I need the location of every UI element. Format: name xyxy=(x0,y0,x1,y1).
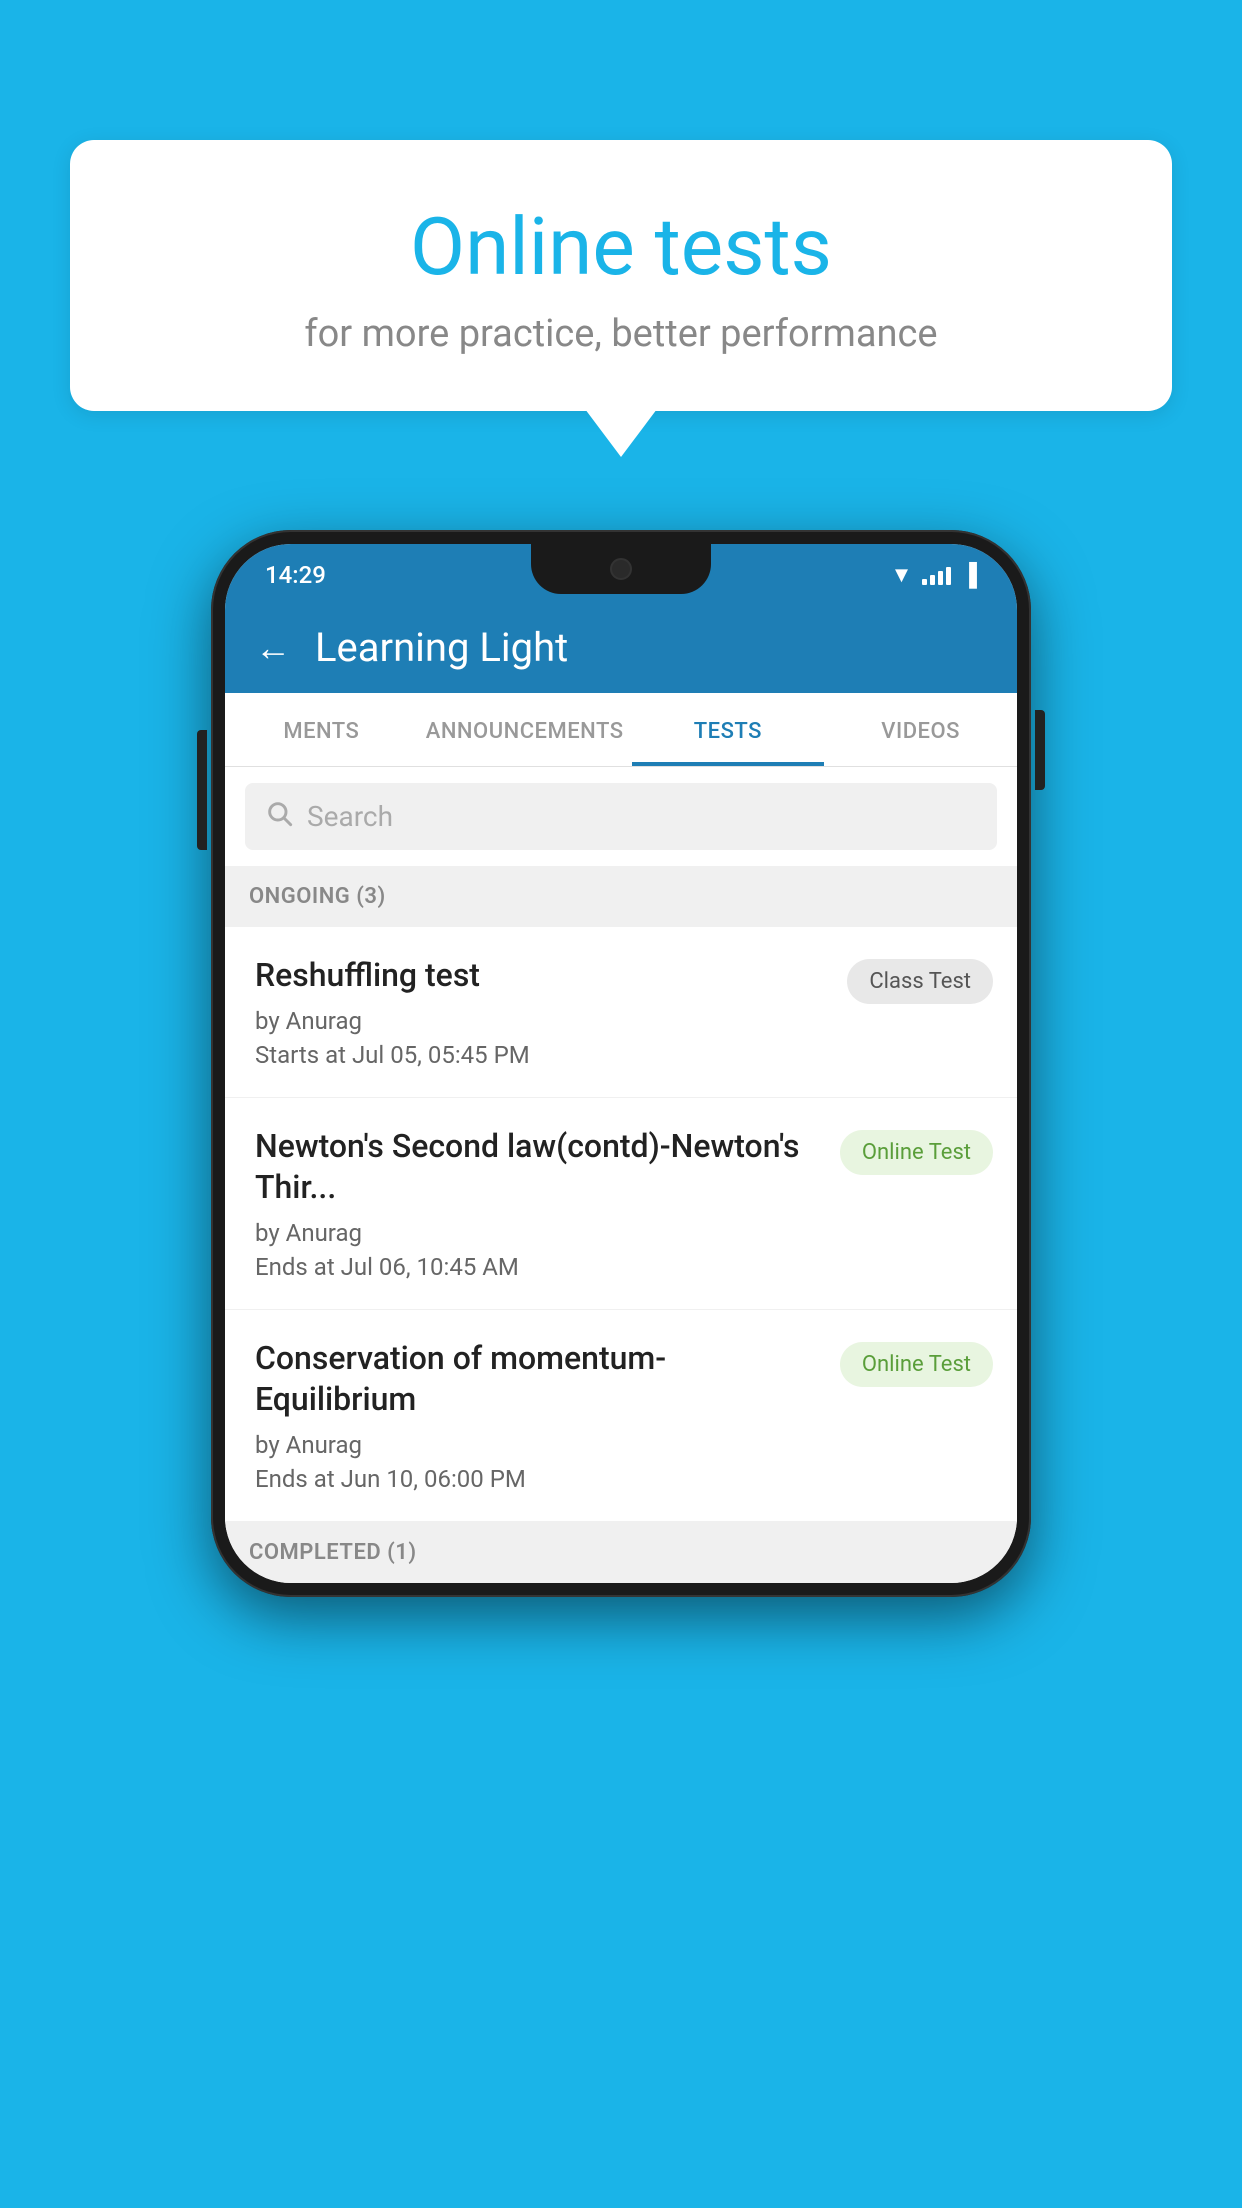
test-badge-3: Online Test xyxy=(840,1342,993,1387)
phone-notch xyxy=(531,544,711,594)
speech-bubble-container: Online tests for more practice, better p… xyxy=(70,140,1172,411)
app-title: Learning Light xyxy=(315,624,568,671)
tab-ments[interactable]: MENTS xyxy=(225,693,418,766)
tabs-bar: MENTS ANNOUNCEMENTS TESTS VIDEOS xyxy=(225,693,1017,767)
search-container: Search xyxy=(225,767,1017,866)
tab-videos[interactable]: VIDEOS xyxy=(824,693,1017,766)
test-name-3: Conservation of momentum-Equilibrium xyxy=(255,1338,820,1421)
test-author-1: by Anurag xyxy=(255,1007,827,1035)
phone-frame: 14:29 ▼ ▐ ← Learning Light xyxy=(211,530,1031,1597)
phone-container: 14:29 ▼ ▐ ← Learning Light xyxy=(211,530,1031,1597)
speech-bubble-title: Online tests xyxy=(120,200,1122,294)
speech-bubble-subtitle: for more practice, better performance xyxy=(120,312,1122,356)
speech-bubble: Online tests for more practice, better p… xyxy=(70,140,1172,411)
tab-announcements[interactable]: ANNOUNCEMENTS xyxy=(418,693,632,766)
search-box[interactable]: Search xyxy=(245,783,997,850)
test-author-2: by Anurag xyxy=(255,1219,820,1247)
app-header: ← Learning Light xyxy=(225,602,1017,693)
tab-tests[interactable]: TESTS xyxy=(632,693,825,766)
test-author-3: by Anurag xyxy=(255,1431,820,1459)
status-time: 14:29 xyxy=(265,561,326,589)
search-placeholder: Search xyxy=(307,800,393,833)
phone-camera xyxy=(610,558,632,580)
completed-section-header: COMPLETED (1) xyxy=(225,1522,1017,1583)
status-icons: ▼ ▐ xyxy=(891,562,977,588)
wifi-icon: ▼ xyxy=(891,562,913,588)
ongoing-section-header: ONGOING (3) xyxy=(225,866,1017,927)
test-name-2: Newton's Second law(contd)-Newton's Thir… xyxy=(255,1126,820,1209)
signal-icon xyxy=(922,565,951,585)
test-info-1: Reshuffling test by Anurag Starts at Jul… xyxy=(255,955,827,1069)
test-date-1: Starts at Jul 05, 05:45 PM xyxy=(255,1041,827,1069)
test-item[interactable]: Newton's Second law(contd)-Newton's Thir… xyxy=(225,1098,1017,1310)
test-date-2: Ends at Jul 06, 10:45 AM xyxy=(255,1253,820,1281)
test-date-3: Ends at Jun 10, 06:00 PM xyxy=(255,1465,820,1493)
test-badge-2: Online Test xyxy=(840,1130,993,1175)
test-badge-1: Class Test xyxy=(847,959,993,1004)
test-info-2: Newton's Second law(contd)-Newton's Thir… xyxy=(255,1126,820,1281)
back-button[interactable]: ← xyxy=(255,630,291,666)
test-item[interactable]: Reshuffling test by Anurag Starts at Jul… xyxy=(225,927,1017,1098)
test-list: Reshuffling test by Anurag Starts at Jul… xyxy=(225,927,1017,1522)
battery-icon: ▐ xyxy=(961,562,977,588)
test-name-1: Reshuffling test xyxy=(255,955,827,997)
search-icon xyxy=(265,799,293,834)
test-item[interactable]: Conservation of momentum-Equilibrium by … xyxy=(225,1310,1017,1522)
test-info-3: Conservation of momentum-Equilibrium by … xyxy=(255,1338,820,1493)
phone-screen: 14:29 ▼ ▐ ← Learning Light xyxy=(225,544,1017,1583)
